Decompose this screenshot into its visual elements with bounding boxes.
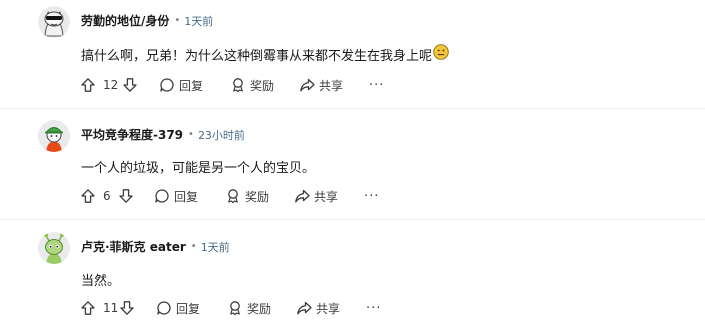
upvote-arrow-icon <box>81 189 95 203</box>
upvote-arrow-icon <box>81 78 95 92</box>
downvote-arrow-icon <box>120 301 134 315</box>
speech-bubble-icon <box>160 78 174 92</box>
comment-text: 搞什么啊，兄弟！为什么这种倒霉事从来都不发生在我身上呢 <box>81 48 433 64</box>
divider <box>0 219 705 220</box>
downvote-button[interactable] <box>118 184 134 208</box>
award-label: 奖励 <box>245 189 270 204</box>
comment-actions: 12 回复 奖励 共享 ··· <box>76 73 396 97</box>
reply-button[interactable]: 回复 <box>159 73 203 97</box>
reply-button[interactable]: 回复 <box>154 184 198 208</box>
reply-label: 回复 <box>176 301 201 316</box>
timestamp[interactable]: 23小时前 <box>198 127 245 143</box>
share-arrow-icon <box>297 301 312 315</box>
comment-actions: 6 回复 奖励 共享 ··· <box>76 184 396 208</box>
downvote-button[interactable] <box>122 73 138 97</box>
more-options-button[interactable]: ··· <box>369 73 384 97</box>
author-name[interactable]: 卢克·菲斯克 eater <box>81 238 186 255</box>
award-label: 奖励 <box>250 78 275 93</box>
meta-separator: • <box>188 129 194 140</box>
meta-separator: • <box>190 241 197 252</box>
meta-separator: • <box>174 15 181 26</box>
award-button[interactable]: 奖励 <box>225 184 269 208</box>
comment-meta: 平均竞争程度-379 • 23小时前 <box>81 126 245 143</box>
reply-label: 回复 <box>174 189 199 204</box>
speech-bubble-icon <box>155 189 169 203</box>
neutral-face-icon <box>433 44 449 64</box>
green-alien-avatar-icon <box>38 232 70 264</box>
timestamp[interactable]: 1天前 <box>184 13 213 29</box>
share-label: 共享 <box>314 189 339 204</box>
award-ribbon-icon <box>233 78 243 93</box>
downvote-button[interactable] <box>119 296 135 320</box>
upvote-arrow-icon <box>81 301 95 315</box>
downvote-arrow-icon <box>119 189 133 203</box>
avatar[interactable] <box>38 6 70 38</box>
vote-count: 11 <box>103 301 119 315</box>
comment-text: 当然。 <box>81 274 121 289</box>
share-label: 共享 <box>319 78 344 93</box>
author-name[interactable]: 劳勤的地位/身份 <box>81 12 169 29</box>
award-ribbon-icon <box>230 301 240 316</box>
author-name[interactable]: 平均竞争程度-379 <box>81 126 183 143</box>
comment-meta: 劳勤的地位/身份 • 1天前 <box>81 12 213 29</box>
upvote-button[interactable] <box>80 184 96 208</box>
downvote-arrow-icon <box>123 78 137 92</box>
comment-body: 搞什么啊，兄弟！为什么这种倒霉事从来都不发生在我身上呢 <box>81 44 449 64</box>
share-button[interactable]: 共享 <box>296 296 340 320</box>
speech-bubble-icon <box>157 301 171 315</box>
vote-count: 12 <box>103 78 119 92</box>
reply-button[interactable]: 回复 <box>156 296 200 320</box>
share-arrow-icon <box>300 78 315 92</box>
share-label: 共享 <box>316 301 341 316</box>
comment-body: 当然。 <box>81 270 120 289</box>
share-button[interactable]: 共享 <box>299 73 343 97</box>
more-options-button[interactable]: ··· <box>364 184 379 208</box>
award-button[interactable]: 奖励 <box>230 73 274 97</box>
award-button[interactable]: 奖励 <box>227 296 271 320</box>
comment-body: 一个人的垃圾，可能是另一个人的宝贝。 <box>81 157 315 176</box>
upvote-button[interactable] <box>80 296 96 320</box>
more-options-button[interactable]: ··· <box>366 296 381 320</box>
upvote-button[interactable] <box>80 73 96 97</box>
share-button[interactable]: 共享 <box>294 184 338 208</box>
divider <box>0 108 705 109</box>
award-label: 奖励 <box>247 301 272 316</box>
comment-text: 一个人的垃圾，可能是另一个人的宝贝。 <box>81 161 316 176</box>
sunglasses-cat-avatar-icon <box>38 6 70 38</box>
comment-actions: 11 回复 奖励 共享 ··· <box>76 296 396 320</box>
avatar[interactable] <box>38 232 70 264</box>
avatar[interactable] <box>38 120 70 152</box>
vote-count: 6 <box>103 189 111 203</box>
timestamp[interactable]: 1天前 <box>201 239 230 255</box>
comment-meta: 卢克·菲斯克 eater • 1天前 <box>81 238 230 255</box>
award-ribbon-icon <box>228 189 238 204</box>
share-arrow-icon <box>295 189 310 203</box>
green-cap-avatar-icon <box>38 120 70 152</box>
reply-label: 回复 <box>179 78 204 93</box>
